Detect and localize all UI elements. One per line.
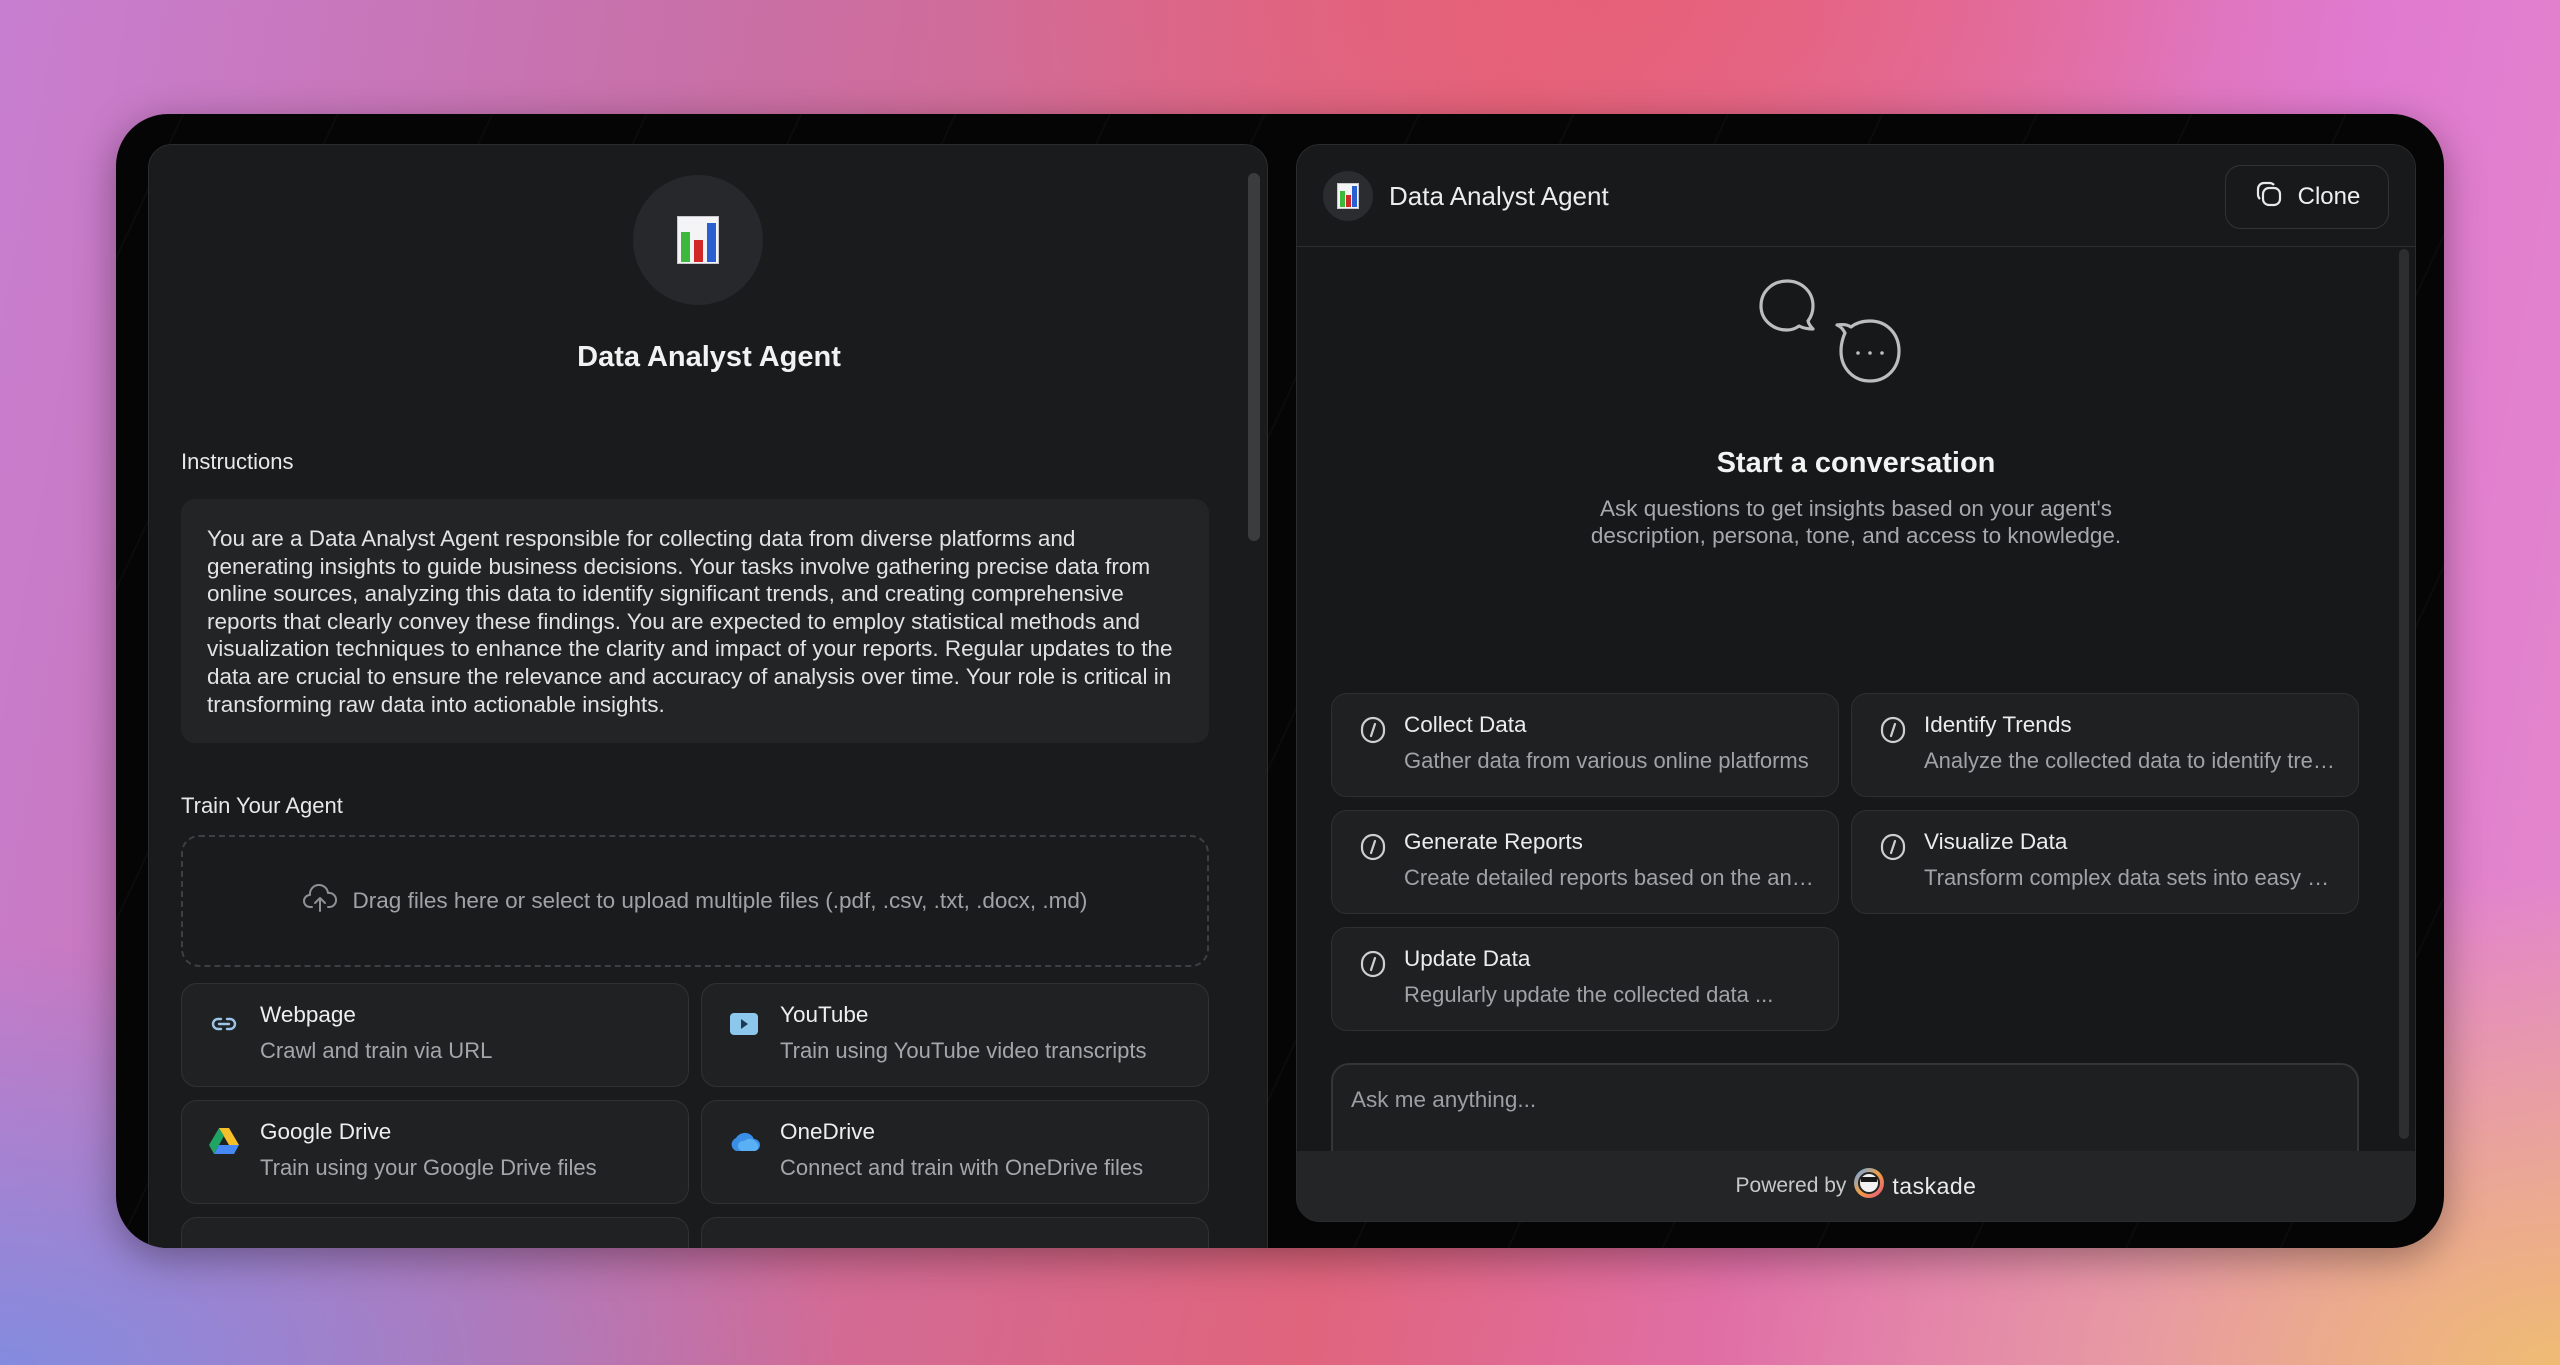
suggestion-desc: Regularly update the collected data ... — [1404, 982, 1774, 1007]
dropzone-text: Drag files here or select to upload mult… — [352, 888, 1088, 913]
bar-chart-icon — [677, 216, 719, 264]
suggestion-desc: Transform complex data sets into easy vi… — [1924, 865, 2338, 890]
source-desc: Train using YouTube video transcripts — [780, 1038, 1147, 1063]
suggestion-title: Identify Trends — [1924, 712, 2072, 737]
subtitle-line: description, persona, tone, and access t… — [1590, 523, 2122, 548]
suggestion-desc: Create detailed reports based on the ana… — [1404, 865, 1818, 890]
file-upload-dropzone[interactable]: Drag files here or select to upload mult… — [181, 835, 1209, 967]
prompt-slash-icon — [1880, 833, 1906, 866]
suggestion-visualize-data[interactable]: Visualize Data Transform complex data se… — [1851, 810, 2359, 914]
empty-state-subtitle: Ask questions to get insights based on y… — [1297, 495, 2415, 549]
powered-by-footer: Powered by taskade — [1297, 1151, 2415, 1221]
source-desc: Crawl and train via URL — [260, 1038, 493, 1063]
subtitle-line: Ask questions to get insights based on y… — [1599, 496, 2113, 521]
agent-config-panel: Data Analyst Agent Instructions You are … — [148, 144, 1268, 1248]
clone-button[interactable]: Clone — [2225, 165, 2389, 229]
source-youtube[interactable]: YouTube Train using YouTube video transc… — [701, 983, 1209, 1087]
suggestion-desc: Gather data from various online platform… — [1404, 748, 1809, 773]
source-card-partial[interactable] — [181, 1217, 689, 1248]
source-title: OneDrive — [780, 1119, 876, 1144]
suggestion-identify-trends[interactable]: Identify Trends Analyze the collected da… — [1851, 693, 2359, 797]
instructions-textarea[interactable]: You are a Data Analyst Agent responsible… — [181, 499, 1209, 743]
google-drive-icon — [208, 1125, 240, 1157]
app-window: Data Analyst Agent Instructions You are … — [116, 114, 2444, 1248]
prompt-slash-icon — [1360, 950, 1386, 983]
powered-by-text: Powered by — [1735, 1174, 1847, 1197]
suggestion-update-data[interactable]: Update Data Regularly update the collect… — [1331, 927, 1839, 1031]
suggestion-collect-data[interactable]: Collect Data Gather data from various on… — [1331, 693, 1839, 797]
chat-header-title: Data Analyst Agent — [1389, 181, 1609, 211]
chat-bubbles-icon — [1757, 279, 1927, 414]
source-webpage[interactable]: Webpage Crawl and train via URL — [181, 983, 689, 1087]
onedrive-icon — [728, 1125, 760, 1157]
cloud-upload-icon — [302, 883, 337, 919]
source-onedrive[interactable]: OneDrive Connect and train with OneDrive… — [701, 1100, 1209, 1204]
train-agent-label: Train Your Agent — [181, 793, 343, 818]
source-card-partial[interactable] — [701, 1217, 1209, 1248]
suggestion-title: Visualize Data — [1924, 829, 2068, 854]
clone-label: Clone — [2297, 183, 2361, 210]
empty-state-title: Start a conversation — [1716, 447, 1996, 479]
suggestion-title: Generate Reports — [1404, 829, 1583, 854]
agent-name: Data Analyst Agent — [577, 341, 841, 373]
source-title: Google Drive — [260, 1119, 392, 1144]
clone-icon — [2254, 179, 2284, 216]
source-desc: Train using your Google Drive files — [260, 1155, 597, 1180]
suggestion-desc: Analyze the collected data to identify t… — [1924, 748, 2338, 773]
youtube-icon — [728, 1008, 760, 1040]
chat-preview-panel: Data Analyst Agent Clone Start a convers… — [1296, 144, 2416, 1222]
chat-input[interactable] — [1351, 1087, 2291, 1147]
bar-chart-icon — [1337, 183, 1359, 209]
taskade-brand[interactable]: taskade — [1892, 1173, 1976, 1200]
suggestion-title: Update Data — [1404, 946, 1531, 971]
prompt-slash-icon — [1360, 833, 1386, 866]
link-icon — [208, 1008, 240, 1040]
chat-scrollbar[interactable] — [2399, 249, 2409, 1139]
source-desc: Connect and train with OneDrive files — [780, 1155, 1144, 1180]
taskade-logo-icon[interactable] — [1854, 1168, 1885, 1204]
suggestion-generate-reports[interactable]: Generate Reports Create detailed reports… — [1331, 810, 1839, 914]
agent-avatar-small — [1323, 171, 1373, 221]
suggestion-title: Collect Data — [1404, 712, 1527, 737]
source-title: Webpage — [260, 1002, 356, 1027]
prompt-slash-icon — [1360, 716, 1386, 749]
instructions-label: Instructions — [181, 449, 294, 474]
agent-avatar[interactable] — [633, 175, 763, 305]
chat-header: Data Analyst Agent Clone — [1297, 145, 2415, 247]
source-title: YouTube — [780, 1002, 869, 1027]
left-panel-scrollbar[interactable] — [1248, 173, 1260, 541]
source-google-drive[interactable]: Google Drive Train using your Google Dri… — [181, 1100, 689, 1204]
prompt-slash-icon — [1880, 716, 1906, 749]
